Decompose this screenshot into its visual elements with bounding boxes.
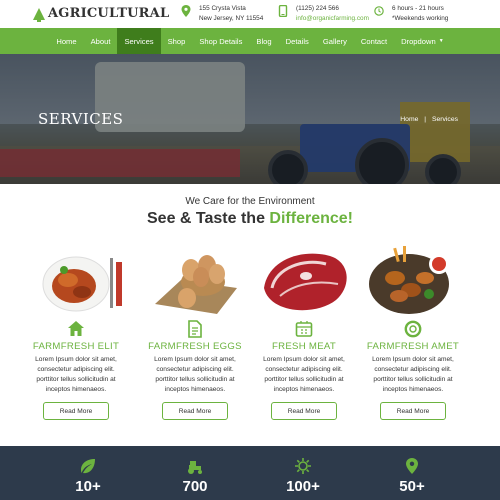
service-card-farmfresh-eggs: FARMFRESH EGGS Lorem Ipsum dolor sit ame… xyxy=(141,244,249,420)
nav-item-contact[interactable]: Contact xyxy=(354,28,394,54)
hours-line1: 6 hours - 21 hours xyxy=(392,5,444,12)
document-icon xyxy=(188,320,202,338)
nav-dropdown-label: Dropdown xyxy=(401,36,436,46)
sun-icon xyxy=(295,458,311,474)
card-title: FRESH MEAT xyxy=(271,341,337,352)
stats-section: 10+ 700 100+ 50+ xyxy=(0,446,500,500)
desc-line: inceptos himenaeos. xyxy=(382,386,444,393)
section-title: See & Taste the Difference! xyxy=(0,210,500,228)
phone-number[interactable]: (1125) 224 566 xyxy=(296,4,369,14)
nav-item-details[interactable]: Details xyxy=(279,28,316,54)
map-pin-icon xyxy=(181,5,191,17)
service-card-fresh-meat: FRESH MEAT Lorem Ipsum dolor sit amet, c… xyxy=(250,244,358,420)
desc-line: consectetur adipiscing elit. xyxy=(156,366,234,373)
calendar-icon xyxy=(295,321,313,337)
service-card-farmfresh-amet: FARMFRESH AMET Lorem Ipsum dolor sit ame… xyxy=(359,244,467,420)
desc-line: consectetur adipiscing elit. xyxy=(265,366,343,373)
desc-line: porttitor tellus sollicitudin at xyxy=(36,376,116,383)
phone-icon xyxy=(278,5,288,17)
nav-item-shop[interactable]: Shop xyxy=(161,28,193,54)
read-more-button[interactable]: Read More xyxy=(162,402,228,420)
page-title: SERVICES xyxy=(38,110,124,128)
card-title: FARMFRESH EGGS xyxy=(148,341,242,352)
nav-item-dropdown[interactable]: Dropdown ▼ xyxy=(394,28,451,54)
breadcrumb-separator: | xyxy=(424,116,427,123)
desc-line: Lorem Ipsum dolor sit amet, xyxy=(263,356,345,363)
logo[interactable]: AGRICULTURAL xyxy=(33,6,170,22)
nav-item-gallery[interactable]: Gallery xyxy=(316,28,354,54)
desc-line: porttitor tellus sollicitudin at xyxy=(264,376,344,383)
hours-line2: *Weekends working xyxy=(392,15,449,22)
desc-line: Lorem Ipsum dolor sit amet, xyxy=(372,356,454,363)
steak-image xyxy=(250,244,358,316)
hero-banner: SERVICES Home | Services xyxy=(0,54,500,184)
home-icon xyxy=(68,321,84,336)
section-title-highlight: Difference! xyxy=(269,210,353,227)
hours-info: 6 hours - 21 hours *Weekends working xyxy=(374,4,448,24)
read-more-button[interactable]: Read More xyxy=(43,402,109,420)
nav-item-shop-details[interactable]: Shop Details xyxy=(192,28,249,54)
desc-line: porttitor tellus sollicitudin at xyxy=(373,376,453,383)
clock-icon xyxy=(374,6,384,16)
address-line1: 155 Crysta Vista xyxy=(199,5,246,12)
breadcrumb-current: Services xyxy=(431,116,458,123)
card-title: FARMFRESH AMET xyxy=(366,341,460,352)
card-title: FARMFRESH ELIT xyxy=(32,341,120,352)
chicken-plate-image xyxy=(22,244,130,316)
card-description: Lorem Ipsum dolor sit amet, consectetur … xyxy=(141,355,249,395)
card-description: Lorem Ipsum dolor sit amet, consectetur … xyxy=(359,355,467,395)
address-info: 155 Crysta Vista New Jersey, NY 11554 xyxy=(181,4,263,24)
stat-value: 50+ xyxy=(399,478,425,495)
nav-item-blog[interactable]: Blog xyxy=(249,28,278,54)
desc-line: porttitor tellus sollicitudin at xyxy=(155,376,235,383)
tree-icon xyxy=(33,7,45,22)
section-subtitle: We Care for the Environment xyxy=(185,196,315,207)
brand-name: AGRICULTURAL xyxy=(48,6,170,21)
card-description: Lorem Ipsum dolor sit amet, consectetur … xyxy=(250,355,358,395)
eggs-basket-image xyxy=(141,244,249,316)
card-description: Lorem Ipsum dolor sit amet, consectetur … xyxy=(22,355,130,395)
desc-line: consectetur adipiscing elit. xyxy=(374,366,452,373)
email-link[interactable]: info@organicfarming.com xyxy=(296,14,369,24)
top-bar: AGRICULTURAL 155 Crysta Vista New Jersey… xyxy=(0,0,500,28)
main-nav: Home About Services Shop Shop Details Bl… xyxy=(0,28,500,54)
service-card-farmfresh-elit: FARMFRESH ELIT Lorem Ipsum dolor sit ame… xyxy=(22,244,130,420)
section-title-prefix: See & Taste the xyxy=(147,210,270,227)
map-pin-icon xyxy=(406,458,418,474)
chevron-down-icon: ▼ xyxy=(438,38,444,44)
contact-info: (1125) 224 566 info@organicfarming.com xyxy=(278,4,369,24)
read-more-button[interactable]: Read More xyxy=(380,402,446,420)
breadcrumb-home[interactable]: Home xyxy=(400,116,418,123)
breadcrumb: Home | Services xyxy=(400,116,458,123)
nav-item-services[interactable]: Services xyxy=(117,28,161,54)
chicken-wings-image xyxy=(359,244,467,316)
desc-line: Lorem Ipsum dolor sit amet, xyxy=(35,356,117,363)
stat-value: 10+ xyxy=(75,478,101,495)
desc-line: inceptos himenaeos. xyxy=(45,386,107,393)
nav-item-home[interactable]: Home xyxy=(49,28,83,54)
desc-line: Lorem Ipsum dolor sit amet, xyxy=(154,356,236,363)
leaf-icon xyxy=(81,459,95,474)
desc-line: inceptos himenaeos. xyxy=(164,386,226,393)
desc-line: consectetur adipiscing elit. xyxy=(37,366,115,373)
nav-item-about[interactable]: About xyxy=(84,28,118,54)
address-line2: New Jersey, NY 11554 xyxy=(199,15,264,22)
desc-line: inceptos himenaeos. xyxy=(273,386,335,393)
tractor-icon xyxy=(188,461,202,474)
lifebuoy-icon xyxy=(404,320,422,338)
stat-value: 100+ xyxy=(286,478,320,495)
stat-value: 700 xyxy=(182,478,208,495)
read-more-button[interactable]: Read More xyxy=(271,402,337,420)
